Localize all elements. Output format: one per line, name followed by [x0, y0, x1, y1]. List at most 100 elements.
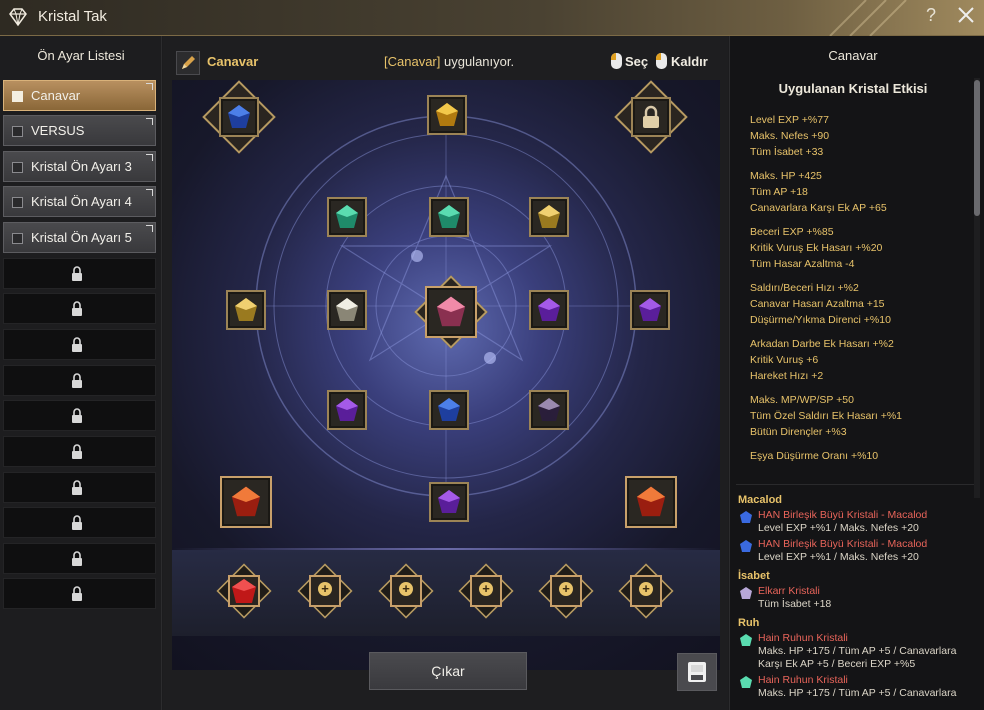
effect-group: Maks. MP/WP/SP +50 Tüm Özel Saldırı Ek Ha… [750, 392, 975, 440]
purple-crystal-icon [639, 298, 661, 321]
preset-item[interactable]: Canavar [3, 80, 156, 111]
purple-crystal-icon [438, 490, 460, 513]
effect-line: Tüm Hasar Azaltma -4 [750, 258, 855, 270]
inbox-save-icon [688, 662, 706, 682]
equipped-red-gem-slot[interactable] [216, 563, 272, 619]
effect-line: Bütün Dirençler +%3 [750, 426, 847, 438]
title-bar: Kristal Tak ? [0, 0, 984, 36]
preset-item[interactable]: Kristal Ön Ayarı 3 [3, 151, 156, 182]
source-item[interactable]: Hain Ruhun Kristali Maks. HP +175 / Tüm A… [738, 674, 978, 700]
preset-label: Kristal Ön Ayarı 4 [31, 194, 132, 209]
purple-crystal-slot[interactable] [529, 290, 569, 330]
green-crystal-slot[interactable] [327, 197, 367, 237]
dark-crystal-slot[interactable] [529, 390, 569, 430]
locked-crystal-slot[interactable] [631, 97, 671, 137]
remove-hint: Kaldır [671, 54, 708, 69]
effect-line: Maks. HP +425 [750, 170, 822, 182]
locked-preset-slot [3, 436, 156, 467]
preset-item[interactable]: Kristal Ön Ayarı 5 [3, 222, 156, 253]
edit-pencil-icon[interactable] [176, 51, 200, 75]
preset-item[interactable]: Kristal Ön Ayarı 4 [3, 186, 156, 217]
preset-label: Canavar [31, 88, 81, 103]
preset-list-panel: Ön Ayar Listesi Canavar VERSUS Kristal Ö… [0, 36, 162, 710]
effect-line: Saldırı/Beceri Hızı +%2 [750, 282, 859, 294]
white-crystal-icon [336, 298, 358, 321]
source-category: Macalod [738, 494, 783, 506]
blue-crystal-icon [228, 105, 250, 128]
lock-icon [72, 301, 82, 316]
effect-line: Canavar Hasarı Azaltma +15 [750, 298, 885, 310]
effect-group: Arkadan Darbe Ek Hasarı +%2 Kritik Vuruş … [750, 336, 975, 384]
source-item[interactable]: Elkarr Kristali Tüm İsabet +18 [738, 585, 978, 611]
purple-crystal-slot[interactable] [429, 482, 469, 522]
purple-crystal-icon [538, 298, 560, 321]
add-crystal-slot[interactable]: + [618, 563, 674, 619]
locked-preset-slot [3, 258, 156, 289]
source-item[interactable]: HAN Birleşik Büyü Kristali - Macalod Leve… [738, 538, 978, 564]
preset-checkbox[interactable] [12, 126, 23, 137]
effect-line: Arkadan Darbe Ek Hasarı +%2 [750, 338, 894, 350]
source-item[interactable]: Hain Ruhun Kristali Maks. HP +175 / Tüm A… [738, 632, 978, 671]
white-crystal-slot[interactable] [327, 290, 367, 330]
gold-crystal-slot[interactable] [427, 95, 467, 135]
pink-crystal-slot[interactable] [425, 286, 477, 338]
effect-line: Kritik Vuruş Ek Hasarı +%20 [750, 242, 883, 254]
title-decoration [829, 0, 907, 36]
add-crystal-slot[interactable]: + [297, 563, 353, 619]
blue-crystal-slot[interactable] [219, 97, 259, 137]
remove-button[interactable]: Çıkar [369, 652, 527, 690]
add-crystal-slot[interactable]: + [538, 563, 594, 619]
yellow-crystal-slot[interactable] [226, 290, 266, 330]
source-category: İsabet [738, 570, 770, 582]
plus-icon: + [479, 582, 493, 596]
locked-preset-slot [3, 365, 156, 396]
left-click-mouse-icon [611, 53, 622, 69]
blue-crystal-slot[interactable] [429, 390, 469, 430]
source-crystal-effect: Level EXP +%1 / Maks. Nefes +20 [758, 551, 919, 563]
status-text: uygulanıyor. [440, 54, 515, 69]
green-crystal-icon [438, 205, 460, 228]
lock-icon [72, 266, 82, 281]
lock-icon [643, 105, 659, 128]
purple-crystal-slot[interactable] [630, 290, 670, 330]
crystal-effect-panel: Canavar Uygulanan Kristal Etkisi Level E… [729, 36, 984, 710]
effect-panel-title: Canavar [828, 48, 878, 63]
yellow-crystal-icon [538, 205, 560, 228]
lock-icon [72, 408, 82, 423]
select-hint: Seç [625, 54, 649, 69]
preset-checkbox[interactable] [12, 91, 23, 102]
red-gem-icon [232, 579, 256, 603]
scroll-thumb[interactable] [974, 80, 980, 216]
expand-corner-icon [146, 83, 153, 90]
add-crystal-slot[interactable]: + [378, 563, 434, 619]
effect-group: Level EXP +%77 Maks. Nefes +90 Tüm İsabet … [750, 112, 975, 160]
green-crystal-icon [336, 205, 358, 228]
plus-icon: + [399, 582, 413, 596]
add-crystal-slot[interactable]: + [458, 563, 514, 619]
source-crystal-effect: Level EXP +%1 / Maks. Nefes +20 [758, 522, 919, 534]
preset-checkbox[interactable] [12, 162, 23, 173]
purple-crystal-icon [336, 398, 358, 421]
source-crystal-name: Hain Ruhun Kristali [758, 632, 848, 644]
preset-item[interactable]: VERSUS [3, 115, 156, 146]
help-button[interactable]: ? [926, 5, 936, 26]
preset-checkbox[interactable] [12, 197, 23, 208]
source-item[interactable]: HAN Birleşik Büyü Kristali - Macalod Leve… [738, 509, 978, 535]
yellow-crystal-slot[interactable] [529, 197, 569, 237]
effect-line: Beceri EXP +%85 [750, 226, 834, 238]
dark-crystal-icon [740, 587, 752, 599]
crystal-source-list: Macalod HAN Birleşik Büyü Kristali - Maca… [738, 488, 978, 703]
red-crystal-slot[interactable] [220, 476, 272, 528]
preset-checkbox[interactable] [12, 233, 23, 244]
save-preset-button[interactable] [677, 653, 717, 691]
effect-scrollbar[interactable] [974, 78, 980, 498]
purple-crystal-slot[interactable] [327, 390, 367, 430]
dark-crystal-icon [538, 398, 560, 421]
close-icon[interactable] [957, 5, 975, 25]
crystal-logo-icon [9, 8, 27, 27]
effect-line: Tüm İsabet +33 [750, 146, 824, 158]
green-crystal-slot[interactable] [429, 197, 469, 237]
source-crystal-name: Hain Ruhun Kristali [758, 674, 848, 686]
effect-group: Eşya Düşürme Oranı +%10 [750, 448, 975, 464]
red-crystal-slot[interactable] [625, 476, 677, 528]
